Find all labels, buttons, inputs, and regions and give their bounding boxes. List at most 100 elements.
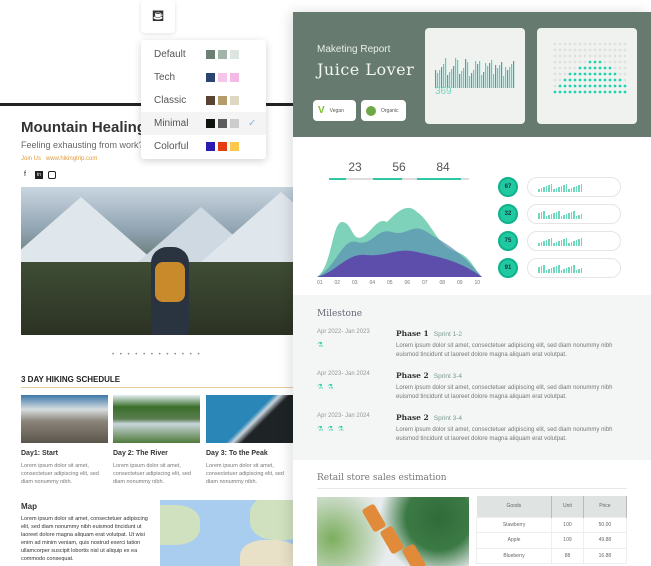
mini-bar <box>578 239 580 246</box>
mini-bar <box>573 211 575 219</box>
dot <box>588 54 592 58</box>
mini-bar <box>575 270 577 273</box>
dot <box>583 84 587 88</box>
phase-label: Phase 2 <box>396 413 429 422</box>
color-swatch <box>218 50 227 59</box>
bar <box>471 73 473 88</box>
dot <box>553 66 557 70</box>
mini-bar <box>560 240 562 246</box>
bar <box>507 70 509 88</box>
dot <box>613 48 617 52</box>
bar <box>503 76 505 88</box>
dot <box>573 54 577 58</box>
dot <box>588 90 592 94</box>
dot <box>598 72 602 76</box>
join-link[interactable]: Join Us <box>21 156 41 162</box>
dot <box>598 78 602 82</box>
dot <box>573 42 577 46</box>
color-swatch <box>230 73 239 82</box>
mini-bar <box>548 185 550 192</box>
table-cell: Blueberry <box>475 547 553 564</box>
milestone-date: Apr 2023- Jan 2024 <box>317 371 370 377</box>
juice-photo <box>317 497 469 566</box>
bar <box>453 66 455 88</box>
mini-bar <box>540 188 542 192</box>
bar <box>465 59 467 88</box>
theme-option-classic[interactable]: Classic <box>141 89 266 112</box>
theme-option-tech[interactable]: Tech <box>141 66 266 89</box>
dot <box>573 78 577 82</box>
dot <box>593 78 597 82</box>
dot <box>578 78 582 82</box>
linkedin-icon[interactable]: in <box>35 171 43 179</box>
dot <box>573 84 577 88</box>
dot <box>618 60 622 64</box>
mini-bar <box>548 239 550 246</box>
website-link[interactable]: www.hikingtrip.com <box>46 156 97 162</box>
theme-option-colorful[interactable]: Colorful <box>141 135 266 158</box>
table-row: Blueberry 88 16.88 <box>475 547 628 564</box>
dot <box>578 66 582 70</box>
mini-bar <box>578 215 580 219</box>
mini-bar <box>543 187 545 192</box>
menu-item-label: Colorful <box>154 141 189 152</box>
mini-bar <box>578 185 580 192</box>
phase-title: Phase 1 Sprint 1-2 <box>396 329 462 338</box>
dot <box>593 42 597 46</box>
sprint-label: Sprint 3-4 <box>433 415 462 422</box>
bar-card: 369 <box>425 28 525 124</box>
day-text: Lorem ipsum dolor sit amet, consectetuer… <box>113 463 191 485</box>
carousel-dots[interactable]: • • • • • • • • • • • • <box>112 352 202 358</box>
x-tick: 08 <box>439 280 446 286</box>
report-page: Maketing Report Juice Lover V Vegan Organ… <box>293 12 651 566</box>
mini-bar <box>555 212 557 219</box>
dot <box>558 84 562 88</box>
map[interactable] <box>160 500 300 566</box>
dot <box>618 72 622 76</box>
color-swatch <box>206 73 215 82</box>
mini-bar <box>575 186 577 192</box>
bar <box>477 64 479 88</box>
dot <box>573 48 577 52</box>
dot <box>583 54 587 58</box>
dot <box>608 66 612 70</box>
facebook-icon[interactable]: f <box>21 171 29 179</box>
bar <box>489 63 491 88</box>
dot-matrix-chart <box>553 42 627 94</box>
dot <box>598 66 602 70</box>
mini-bar <box>558 265 560 273</box>
dot <box>608 42 612 46</box>
dot <box>563 60 567 64</box>
report-header: Maketing Report Juice Lover V Vegan Organ… <box>293 12 651 137</box>
x-tick: 05 <box>387 280 393 286</box>
phase-text: Lorem ipsum dolor sit amet, consectetuer… <box>396 343 613 358</box>
bar <box>511 64 513 88</box>
mini-bar <box>553 213 555 219</box>
day-label: Day 2: The River <box>113 450 168 457</box>
dot <box>553 48 557 52</box>
mini-bar <box>545 270 547 273</box>
dot <box>568 84 572 88</box>
menu-item-label: Classic <box>154 95 187 106</box>
paint-bucket-icon[interactable]: ⛾ <box>141 0 175 33</box>
dot <box>618 84 622 88</box>
mini-bar <box>565 214 567 219</box>
x-tick: 09 <box>457 280 463 286</box>
report-title: Juice Lover <box>317 60 415 79</box>
dot <box>618 90 622 94</box>
instagram-icon[interactable] <box>48 171 56 179</box>
stat-value: 23 <box>348 160 362 174</box>
card-number: 369 <box>435 86 452 97</box>
theme-option-minimal[interactable]: Minimal ✓ <box>141 112 266 135</box>
dot <box>568 78 572 82</box>
theme-option-default[interactable]: Default <box>141 43 266 66</box>
dot <box>573 90 577 94</box>
dot <box>553 60 557 64</box>
day-label: Day 3: To the Peak <box>206 450 268 457</box>
dot <box>563 54 567 58</box>
mini-bar <box>543 265 545 273</box>
dot <box>593 72 597 76</box>
bar <box>509 67 511 88</box>
dot <box>618 66 622 70</box>
dot <box>568 66 572 70</box>
